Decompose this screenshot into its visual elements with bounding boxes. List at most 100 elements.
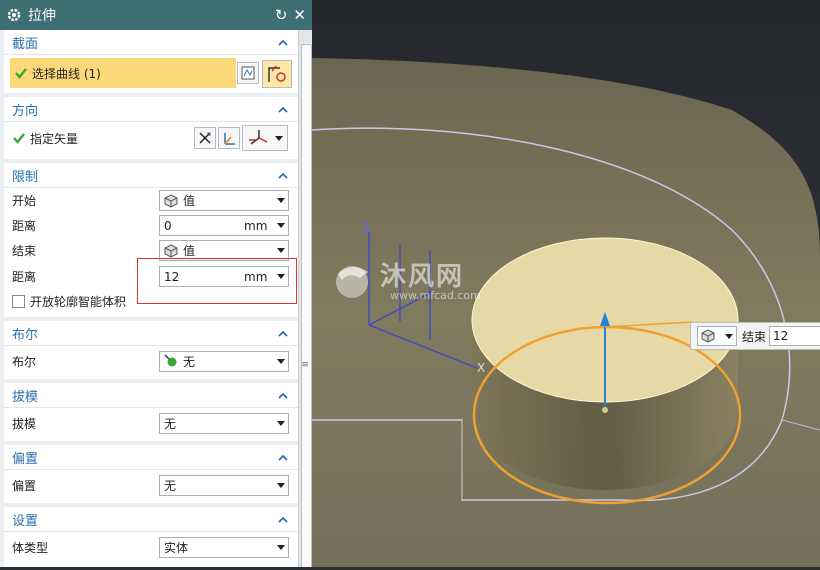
offset-label: 偏置 [12, 478, 37, 493]
boolean-row: 布尔 无 [4, 346, 298, 376]
dropdown-arrow-icon[interactable] [725, 333, 733, 339]
chevron-up-icon[interactable] [278, 172, 288, 179]
dropdown-arrow-icon[interactable] [274, 246, 288, 256]
body-type-select[interactable]: 实体 [159, 536, 289, 558]
limit-distance1-row: 距离 0 mm [4, 213, 298, 238]
curve-select-button[interactable] [237, 62, 259, 84]
reverse-direction-button[interactable] [194, 127, 216, 149]
direction-group-title: 方向 [12, 103, 39, 119]
settings-group-header[interactable]: 设置 [4, 507, 298, 532]
cube-value-icon [701, 329, 715, 343]
open-profile-checkbox[interactable] [12, 294, 25, 308]
distance2-label: 距离 [12, 270, 37, 284]
boolean-value: 无 [183, 354, 196, 369]
vector-dialog-button[interactable] [218, 127, 240, 149]
vector-type-icon [249, 130, 268, 145]
section-group: 截面 选择曲线 (1) [4, 30, 298, 93]
select-curve-field[interactable]: 选择曲线 (1) [10, 58, 236, 88]
limit-start-row: 开始 值 [4, 188, 298, 213]
boolean-group-title: 布尔 [12, 327, 39, 343]
draft-label: 拔模 [12, 416, 37, 431]
distance1-input[interactable]: 0 mm [159, 215, 289, 236]
dropdown-arrow-icon[interactable] [274, 356, 288, 366]
offset-group-title: 偏置 [12, 451, 39, 467]
draft-row: 拔模 无 [4, 408, 298, 438]
chevron-up-icon[interactable] [278, 39, 288, 46]
arrow-origin-point[interactable] [602, 407, 608, 413]
axis-z-label: Z [362, 221, 370, 235]
limits-group-header[interactable]: 限制 [4, 163, 298, 188]
sketch-section-icon [268, 65, 286, 82]
reset-icon[interactable]: ↻ [275, 6, 288, 24]
body-type-row: 体类型 实体 [4, 532, 298, 562]
reverse-direction-icon [199, 132, 211, 144]
watermark-text: 沐风网 [380, 262, 465, 292]
chevron-up-icon[interactable] [278, 454, 288, 461]
start-select[interactable]: 值 [159, 190, 289, 211]
limit-distance2-row: 距离 12 mm [4, 263, 298, 290]
chevron-up-icon[interactable] [278, 392, 288, 399]
dropdown-arrow-icon[interactable] [274, 542, 288, 552]
chevron-up-icon[interactable] [278, 516, 288, 523]
offset-group-header[interactable]: 偏置 [4, 445, 298, 470]
section-group-header[interactable]: 截面 [4, 30, 298, 55]
end-select-value: 值 [183, 244, 196, 258]
dropdown-arrow-icon[interactable] [274, 221, 288, 231]
boolean-none-icon [164, 354, 177, 367]
watermark: 沐风网 www.mfcad.com [330, 256, 520, 306]
settings-gear-icon[interactable] [6, 7, 22, 23]
boolean-group: 布尔 布尔 无 [4, 321, 298, 379]
dialog-scrollbar[interactable]: ≡ [298, 30, 312, 567]
curve-select-icon [241, 66, 255, 80]
boolean-label: 布尔 [12, 354, 37, 369]
draft-group-header[interactable]: 拔模 [4, 383, 298, 408]
offset-select[interactable]: 无 [159, 474, 289, 496]
open-profile-row: 开放轮廓智能体积 [4, 290, 298, 312]
vector-dialog-icon [224, 133, 235, 145]
end-select[interactable]: 值 [159, 240, 289, 261]
watermark-url: www.mfcad.com [390, 289, 481, 302]
select-curve-label: 选择曲线 (1) [32, 66, 101, 81]
dialog-title: 拉伸 [28, 8, 56, 24]
section-group-title: 截面 [12, 36, 39, 52]
direction-group-header[interactable]: 方向 [4, 97, 298, 122]
specify-vector-row[interactable]: 指定矢量 [4, 122, 298, 154]
dropdown-arrow-icon[interactable] [274, 272, 288, 282]
distance2-unit: mm [244, 269, 268, 284]
distance2-input[interactable]: 12 mm [159, 266, 289, 287]
dropdown-arrow-icon [275, 135, 283, 141]
end-distance-onscreen-input[interactable]: 结束 12 [690, 322, 820, 350]
check-icon [15, 68, 27, 79]
dropdown-arrow-icon[interactable] [274, 418, 288, 428]
vector-type-dropdown[interactable] [242, 125, 288, 151]
chevron-up-icon[interactable] [278, 106, 288, 113]
cube-value-icon [164, 193, 178, 208]
direction-group: 方向 指定矢量 [4, 97, 298, 159]
settings-group: 设置 体类型 实体 [4, 507, 298, 567]
distance1-value[interactable]: 0 [160, 219, 244, 233]
boolean-select[interactable]: 无 [159, 350, 289, 372]
close-icon[interactable]: ✕ [293, 6, 306, 24]
scrollbar-thumb[interactable] [301, 44, 312, 567]
settings-group-title: 设置 [12, 513, 39, 529]
sketch-section-button[interactable] [262, 60, 292, 88]
dropdown-arrow-icon[interactable] [274, 480, 288, 490]
boolean-group-header[interactable]: 布尔 [4, 321, 298, 346]
distance2-value[interactable]: 12 [160, 270, 244, 284]
dialog-title-bar[interactable]: 拉伸 ↻ ✕ [0, 0, 312, 30]
floating-end-label: 结束 [742, 329, 767, 344]
limits-group-title: 限制 [12, 169, 39, 185]
cube-value-icon [164, 243, 178, 258]
distance1-unit: mm [244, 218, 268, 233]
limit-end-row: 结束 值 [4, 238, 298, 263]
body-type-label: 体类型 [12, 540, 49, 555]
extrude-dialog: 拉伸 ↻ ✕ 截面 选择曲线 (1) 方向 指定矢量 限制 开始 值 距离 0 … [0, 0, 312, 567]
dropdown-arrow-icon[interactable] [274, 196, 288, 206]
draft-select[interactable]: 无 [159, 412, 289, 434]
floating-end-value[interactable]: 12 [769, 326, 820, 346]
end-type-select[interactable] [697, 326, 737, 346]
axis-x-label: X [477, 361, 485, 375]
start-label: 开始 [12, 194, 37, 208]
chevron-up-icon[interactable] [278, 330, 288, 337]
open-profile-label: 开放轮廓智能体积 [30, 294, 127, 309]
